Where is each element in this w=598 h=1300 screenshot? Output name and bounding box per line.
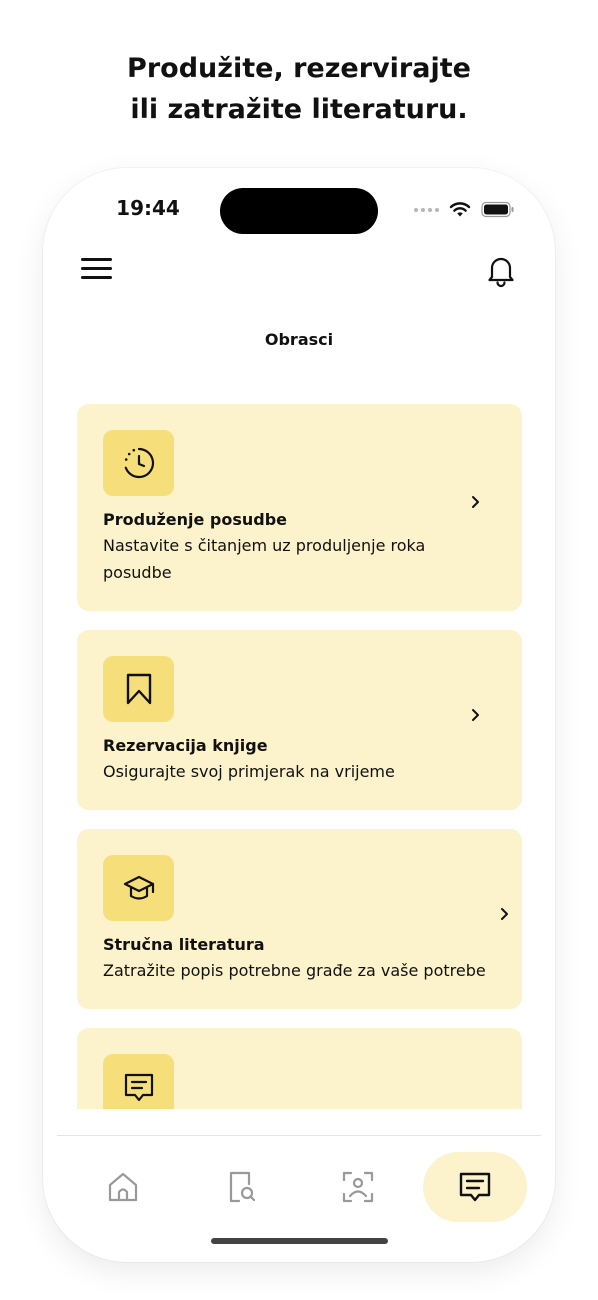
card-title: Stručna literatura bbox=[103, 935, 265, 954]
card-title: Rezervacija knjige bbox=[103, 736, 268, 755]
status-icons bbox=[414, 201, 515, 218]
scan-person-icon bbox=[342, 1171, 374, 1203]
card-message-form[interactable] bbox=[77, 1028, 522, 1109]
chevron-right-icon bbox=[472, 496, 479, 508]
promo-headline-line-2: ili zatražite literaturu. bbox=[130, 94, 468, 125]
chevron-right-icon bbox=[501, 908, 508, 920]
promo-headline-line-1: Produžite, rezervirajte bbox=[127, 53, 471, 84]
home-icon bbox=[108, 1172, 138, 1202]
page-title: Obrasci bbox=[264, 330, 334, 349]
card-title: Produženje posudbe bbox=[103, 510, 288, 529]
bookmark-icon bbox=[126, 673, 151, 705]
card-loan-extension[interactable]: Produženje posudbe Nastavite s čitanjem … bbox=[77, 404, 522, 611]
tab-forms[interactable] bbox=[423, 1152, 527, 1222]
card-icon-tile bbox=[103, 656, 174, 722]
signal-dots-icon bbox=[414, 207, 439, 212]
status-time: 19:44 bbox=[116, 196, 180, 220]
dynamic-island bbox=[220, 188, 378, 234]
card-description: Zatražite popis potrebne građe za vaše p… bbox=[103, 961, 486, 980]
graduation-cap-icon bbox=[123, 875, 154, 900]
card-icon-tile bbox=[103, 1054, 174, 1109]
card-book-reservation[interactable]: Rezervacija knjige Osigurajte svoj primj… bbox=[77, 630, 522, 810]
message-icon bbox=[124, 1073, 153, 1102]
bell-icon[interactable] bbox=[483, 252, 519, 288]
phone-frame: 19:44 Obrasci Produženje posudbe Nastavi… bbox=[43, 168, 555, 1262]
battery-icon bbox=[481, 201, 514, 218]
chevron-right-icon bbox=[472, 709, 479, 721]
promo-headline: Produžite, rezervirajte ili zatražite li… bbox=[0, 48, 598, 130]
home-indicator[interactable] bbox=[211, 1238, 388, 1244]
tab-scan[interactable] bbox=[323, 1152, 393, 1222]
wifi-icon bbox=[449, 202, 471, 217]
card-icon-tile bbox=[103, 430, 174, 496]
tab-home[interactable] bbox=[88, 1152, 158, 1222]
document-search-icon bbox=[229, 1171, 256, 1203]
card-description: Nastavite s čitanjem uz produljenje roka… bbox=[103, 536, 426, 582]
clock-icon bbox=[124, 447, 154, 479]
hamburger-menu-icon[interactable] bbox=[81, 256, 113, 282]
promo-screen: Produžite, rezervirajte ili zatražite li… bbox=[0, 0, 598, 1300]
tab-bar-divider bbox=[57, 1135, 541, 1136]
card-professional-literature[interactable]: Stručna literatura Zatražite popis potre… bbox=[77, 829, 522, 1009]
card-description: Osigurajte svoj primjerak na vrijeme bbox=[103, 762, 395, 781]
forms-list[interactable]: Produženje posudbe Nastavite s čitanjem … bbox=[43, 388, 555, 1109]
tab-search-catalog[interactable] bbox=[206, 1152, 276, 1222]
forms-message-icon bbox=[459, 1172, 491, 1202]
card-icon-tile bbox=[103, 855, 174, 921]
